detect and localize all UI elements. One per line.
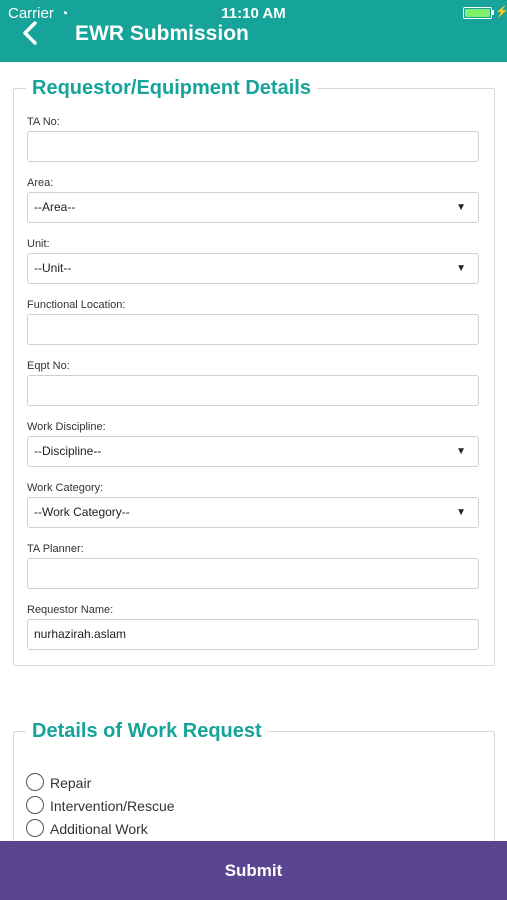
unit-label: Unit:: [27, 238, 50, 250]
area-select[interactable]: --Area-- ▼: [27, 192, 479, 223]
work-category-label: Work Category:: [27, 482, 104, 494]
unit-select[interactable]: --Unit-- ▼: [27, 253, 479, 284]
caret-down-icon: ▼: [456, 202, 466, 213]
work-category-selected-value: --Work Category--: [34, 505, 130, 519]
radio-label: Repair: [50, 775, 92, 791]
ta-planner-input[interactable]: [27, 558, 479, 589]
work-discipline-label: Work Discipline:: [27, 421, 106, 433]
clock: 11:10 AM: [221, 5, 286, 22]
work-discipline-selected-value: --Discipline--: [34, 444, 102, 458]
battery-icon: ⚡: [463, 6, 507, 19]
section-title-work-request: Details of Work Request: [26, 720, 268, 743]
chevron-left-icon: [23, 21, 37, 45]
requestor-name-label: Requestor Name:: [27, 604, 114, 616]
app-header: Carrier ◔ 11:10 AM ⚡ EWR Submission: [0, 0, 507, 62]
caret-down-icon: ▼: [456, 263, 466, 274]
radio-button[interactable]: [26, 796, 44, 814]
eqpt-no-label: Eqpt No:: [27, 360, 70, 372]
radio-button[interactable]: [26, 773, 44, 791]
ta-no-label: TA No:: [27, 116, 60, 128]
unit-selected-value: --Unit--: [34, 261, 72, 275]
area-label: Area:: [27, 177, 54, 189]
radio-button[interactable]: [26, 819, 44, 837]
caret-down-icon: ▼: [456, 446, 466, 457]
area-selected-value: --Area--: [34, 200, 76, 214]
work-category-select[interactable]: --Work Category-- ▼: [27, 497, 479, 528]
radio-label: Intervention/Rescue: [50, 798, 175, 814]
requestor-name-input[interactable]: nurhazirah.aslam: [27, 619, 479, 650]
functional-location-input[interactable]: [27, 314, 479, 345]
section-title-requestor: Requestor/Equipment Details: [26, 77, 317, 100]
ta-planner-label: TA Planner:: [27, 543, 84, 555]
page-title: EWR Submission: [75, 22, 249, 45]
caret-down-icon: ▼: [456, 507, 466, 518]
submit-button[interactable]: Submit: [0, 841, 507, 900]
eqpt-no-input[interactable]: [27, 375, 479, 406]
work-discipline-select[interactable]: --Discipline-- ▼: [27, 436, 479, 467]
ta-no-input[interactable]: [27, 131, 479, 162]
functional-location-label: Functional Location:: [27, 299, 126, 311]
back-button[interactable]: [22, 21, 48, 49]
radio-label: Additional Work: [50, 821, 148, 837]
